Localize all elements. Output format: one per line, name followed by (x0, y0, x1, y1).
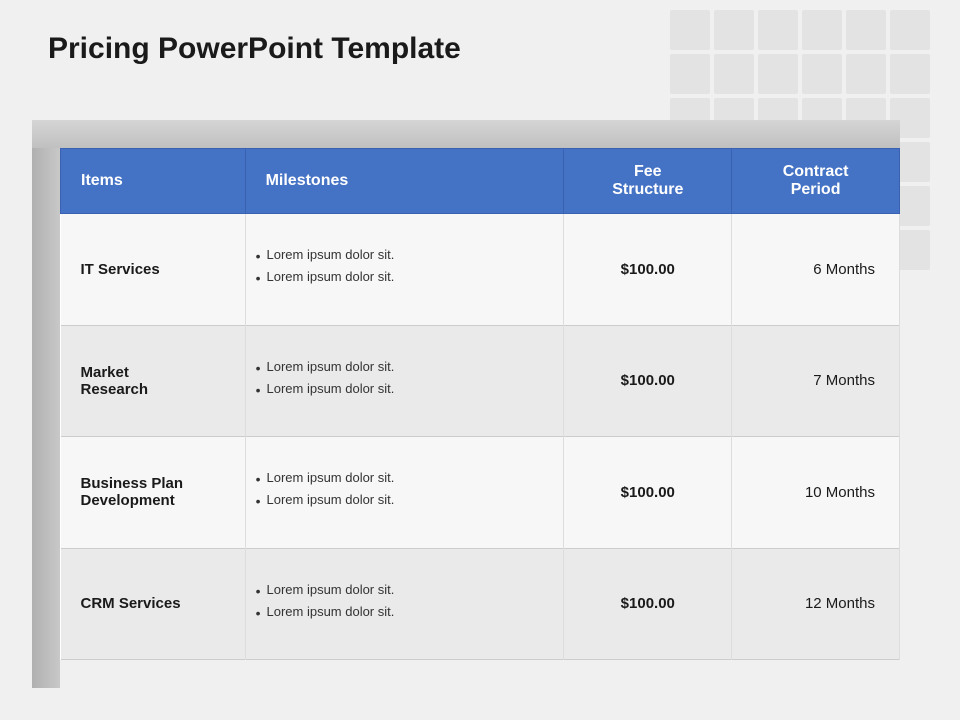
cell-milestones: Lorem ipsum dolor sit. Lorem ipsum dolor … (245, 437, 564, 549)
cell-contract: 12 Months (732, 548, 900, 660)
milestone-item: Lorem ipsum dolor sit. (256, 470, 554, 488)
cell-contract: 7 Months (732, 325, 900, 437)
header-contract-period: ContractPeriod (732, 149, 900, 214)
table-3d-container: Items Milestones FeeStructure ContractPe… (60, 120, 900, 660)
cell-item: IT Services (61, 214, 246, 326)
cell-milestones: Lorem ipsum dolor sit. Lorem ipsum dolor … (245, 214, 564, 326)
cell-milestones: Lorem ipsum dolor sit. Lorem ipsum dolor … (245, 325, 564, 437)
table-row: CRM ServicesLorem ipsum dolor sit.Lorem … (61, 548, 900, 660)
cell-fee: $100.00 (564, 548, 732, 660)
table-row: MarketResearchLorem ipsum dolor sit.Lore… (61, 325, 900, 437)
cell-item: MarketResearch (61, 325, 246, 437)
milestone-item: Lorem ipsum dolor sit. (256, 582, 554, 600)
cell-milestones: Lorem ipsum dolor sit. Lorem ipsum dolor … (245, 548, 564, 660)
cell-contract: 6 Months (732, 214, 900, 326)
milestone-item: Lorem ipsum dolor sit. (256, 269, 554, 287)
header-items: Items (61, 149, 246, 214)
table-surface: Items Milestones FeeStructure ContractPe… (60, 148, 900, 660)
milestone-item: Lorem ipsum dolor sit. (256, 359, 554, 377)
table-header-row: Items Milestones FeeStructure ContractPe… (61, 149, 900, 214)
cell-contract: 10 Months (732, 437, 900, 549)
milestone-item: Lorem ipsum dolor sit. (256, 247, 554, 265)
milestone-item: Lorem ipsum dolor sit. (256, 492, 554, 510)
header-milestones: Milestones (245, 149, 564, 214)
header-fee-structure: FeeStructure (564, 149, 732, 214)
pricing-table: Items Milestones FeeStructure ContractPe… (60, 148, 900, 660)
table-row: IT ServicesLorem ipsum dolor sit.Lorem i… (61, 214, 900, 326)
table-3d-left (32, 148, 60, 688)
milestone-item: Lorem ipsum dolor sit. (256, 604, 554, 622)
cell-fee: $100.00 (564, 437, 732, 549)
cell-fee: $100.00 (564, 325, 732, 437)
cell-fee: $100.00 (564, 214, 732, 326)
cell-item: Business PlanDevelopment (61, 437, 246, 549)
milestone-item: Lorem ipsum dolor sit. (256, 381, 554, 399)
table-wrapper: Items Milestones FeeStructure ContractPe… (60, 120, 900, 660)
table-row: Business PlanDevelopmentLorem ipsum dolo… (61, 437, 900, 549)
page-title: Pricing PowerPoint Template (48, 32, 461, 66)
table-3d-top (32, 120, 900, 148)
cell-item: CRM Services (61, 548, 246, 660)
